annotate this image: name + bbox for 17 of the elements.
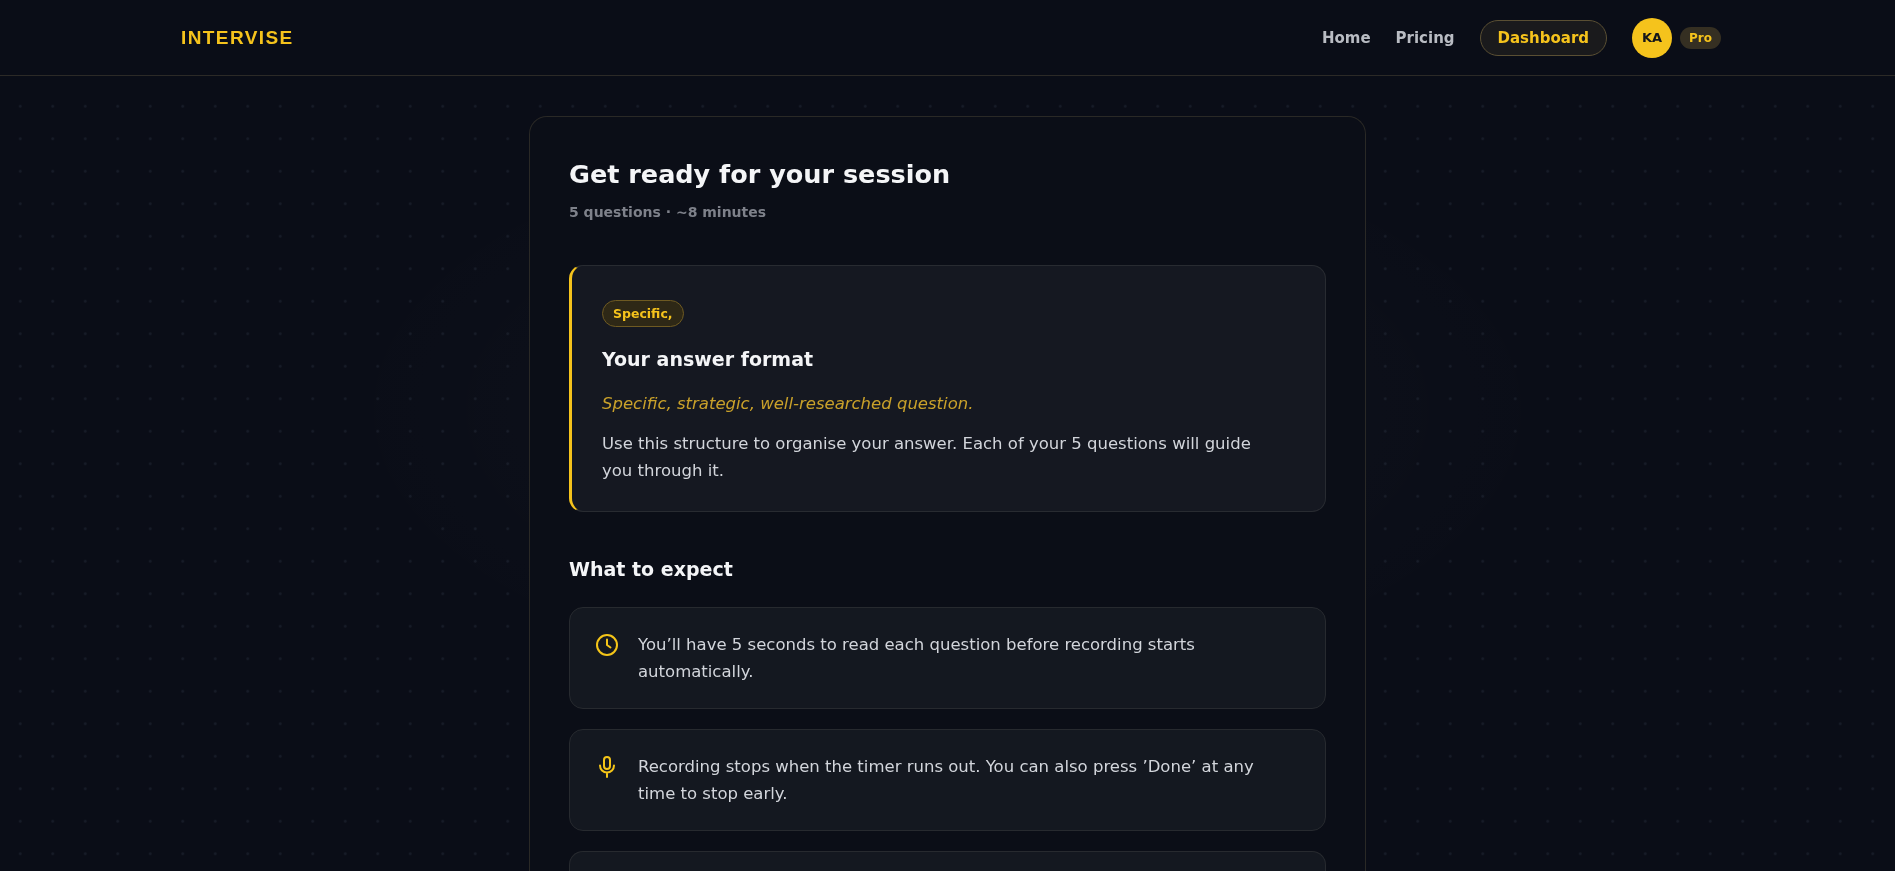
format-tag: Specific, [602,300,684,327]
session-title: Get ready for your session [569,158,952,191]
user-avatar[interactable]: KA [1632,17,1673,58]
format-summary: Specific, strategic, well-researched question. [602,393,975,415]
nav-link[interactable]: Pricing [1395,28,1455,47]
nav-button[interactable]: Dashboard [1479,19,1608,56]
card-title: Your answer format [602,347,815,372]
logo-text[interactable]: INTERVISE [181,26,294,49]
session-meta: 5 questions · ~8 minutes [569,203,768,222]
section-heading: What to expect [569,557,734,582]
plan-badge: Pro [1680,26,1721,49]
nav-link[interactable]: Home [1321,28,1371,47]
format-description: Use this structure to organise your answer. Each of your 5 questions will guide you through it. [602,433,1252,482]
clock-icon [596,634,618,656]
microphone-icon [599,756,615,778]
info-text: You’ll have 5 seconds to read each question before recording starts automatically. [638,634,1196,683]
info-text: Recording stops when the timer runs out. You can also press ’Done’ at any time to stop early. [638,756,1255,805]
